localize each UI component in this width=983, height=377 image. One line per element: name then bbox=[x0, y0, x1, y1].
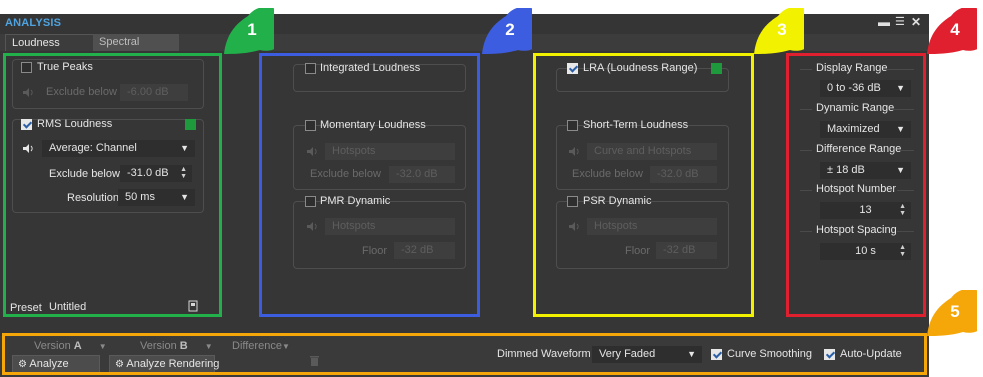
callout-badge-4: 4 bbox=[925, 6, 983, 56]
badge-number: 4 bbox=[950, 20, 960, 39]
highlight-region-3 bbox=[533, 53, 754, 317]
badge-number: 5 bbox=[950, 302, 960, 321]
window-title: ANALYSIS bbox=[5, 17, 62, 29]
close-icon[interactable]: ✕ bbox=[911, 15, 921, 29]
highlight-region-4 bbox=[786, 53, 926, 317]
tab-loudness-profile[interactable]: Loudness Profile bbox=[5, 34, 97, 66]
highlight-region-5 bbox=[2, 333, 927, 375]
badge-number: 1 bbox=[247, 20, 257, 39]
menu-icon[interactable]: ☰ bbox=[895, 15, 905, 29]
callout-badge-3: 3 bbox=[752, 6, 818, 56]
minimize-icon[interactable]: ▬ bbox=[878, 15, 890, 29]
badge-number: 2 bbox=[505, 20, 515, 39]
tab-spectral-profile[interactable]: Spectral Profile bbox=[93, 34, 179, 65]
callout-badge-2: 2 bbox=[480, 6, 546, 56]
callout-badge-5: 5 bbox=[925, 288, 983, 338]
highlight-region-1 bbox=[3, 53, 222, 317]
callout-badge-1: 1 bbox=[222, 6, 288, 56]
highlight-region-2 bbox=[259, 53, 480, 317]
badge-number: 3 bbox=[777, 20, 787, 39]
